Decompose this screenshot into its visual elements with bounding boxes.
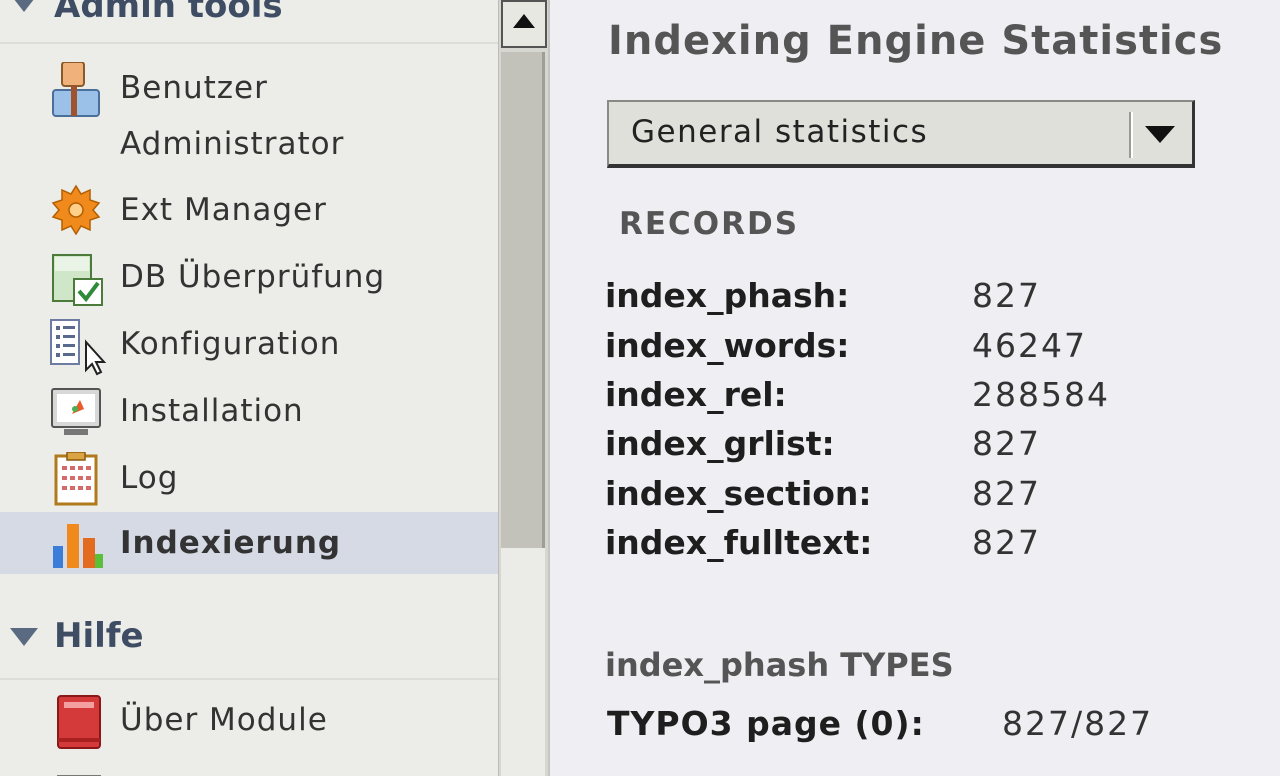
record-key: index_section:: [605, 474, 872, 513]
record-key: index_words:: [605, 326, 850, 365]
page-title: Indexing Engine Statistics: [608, 18, 1224, 64]
user-admin-icon: [50, 61, 102, 117]
section-admin-tools[interactable]: Admin tools: [0, 0, 498, 26]
sidebar-scrollbar[interactable]: [498, 0, 550, 776]
sidebar-item-label: DB Überprüfung: [120, 259, 386, 295]
select-value: General statistics: [631, 114, 929, 150]
collapse-triangle-icon[interactable]: [10, 0, 38, 12]
log-clipboard-icon: [54, 451, 106, 506]
sidebar-item-label: Benutzer: [120, 70, 268, 106]
arrow-up-icon: [513, 14, 535, 28]
divider: [0, 42, 498, 44]
sidebar-item-label: Installation: [120, 393, 304, 429]
statistics-type-select[interactable]: General statistics: [607, 100, 1195, 168]
record-key: index_grlist:: [605, 424, 835, 463]
chevron-down-icon[interactable]: [1145, 126, 1175, 143]
section-hilfe-label: Hilfe: [54, 616, 144, 656]
sidebar-item-db-ueberpruefung[interactable]: DB Überprüfung: [0, 249, 498, 306]
record-key: index_phash:: [605, 276, 850, 315]
book-icon: [56, 694, 108, 749]
record-key: index_rel:: [605, 375, 787, 414]
sidebar-item-ext-manager[interactable]: Ext Manager: [0, 182, 498, 238]
divider: [0, 678, 498, 680]
select-separator: [1129, 112, 1133, 158]
record-value: 827: [972, 276, 1041, 315]
scroll-track[interactable]: [501, 548, 545, 776]
sidebar: Admin tools Benutzer Administrator Ext M…: [0, 0, 498, 776]
sidebar-item-partial[interactable]: [0, 758, 498, 776]
type-value: 827/827: [1002, 704, 1154, 743]
sidebar-item-installation[interactable]: Installation: [0, 383, 498, 439]
sidebar-item-benutzer-administrator[interactable]: Benutzer Administrator: [0, 58, 498, 174]
sidebar-item-label: Über Module: [120, 702, 328, 738]
sidebar-item-label: Ext Manager: [120, 192, 327, 228]
sidebar-item-label-line2: Administrator: [120, 126, 345, 162]
sidebar-item-label: Log: [120, 460, 179, 496]
document-icon: [56, 760, 108, 776]
phash-types-heading: index_phash TYPES: [605, 646, 954, 684]
main-content: Indexing Engine Statistics General stati…: [552, 0, 1280, 776]
configuration-list-icon: [50, 318, 107, 376]
record-value: 827: [972, 474, 1041, 513]
installation-monitor-icon: [50, 387, 102, 439]
record-key: index_fulltext:: [605, 523, 873, 562]
db-check-icon: [50, 253, 103, 306]
sidebar-item-indexierung[interactable]: Indexierung: [0, 512, 498, 574]
record-value: 827: [972, 523, 1041, 562]
bar-chart-icon: [50, 520, 103, 572]
sidebar-item-label: Indexierung: [120, 525, 342, 561]
ext-manager-gear-icon: [50, 184, 102, 236]
record-value: 827: [972, 424, 1041, 463]
records-heading: RECORDS: [619, 206, 800, 242]
sidebar-item-konfiguration[interactable]: Konfiguration: [0, 316, 498, 376]
scroll-thumb[interactable]: [501, 52, 545, 548]
section-hilfe[interactable]: Hilfe: [0, 616, 498, 660]
sidebar-item-ueber-module[interactable]: Über Module: [0, 692, 498, 750]
record-value: 288584: [972, 375, 1110, 414]
sidebar-item-label: Konfiguration: [120, 326, 341, 362]
type-key: TYPO3 page (0):: [607, 704, 925, 743]
sidebar-item-log[interactable]: Log: [0, 450, 498, 506]
collapse-triangle-icon[interactable]: [10, 628, 38, 646]
record-value: 46247: [972, 326, 1087, 365]
scroll-up-button[interactable]: [501, 0, 547, 48]
section-admin-tools-label: Admin tools: [54, 0, 283, 26]
